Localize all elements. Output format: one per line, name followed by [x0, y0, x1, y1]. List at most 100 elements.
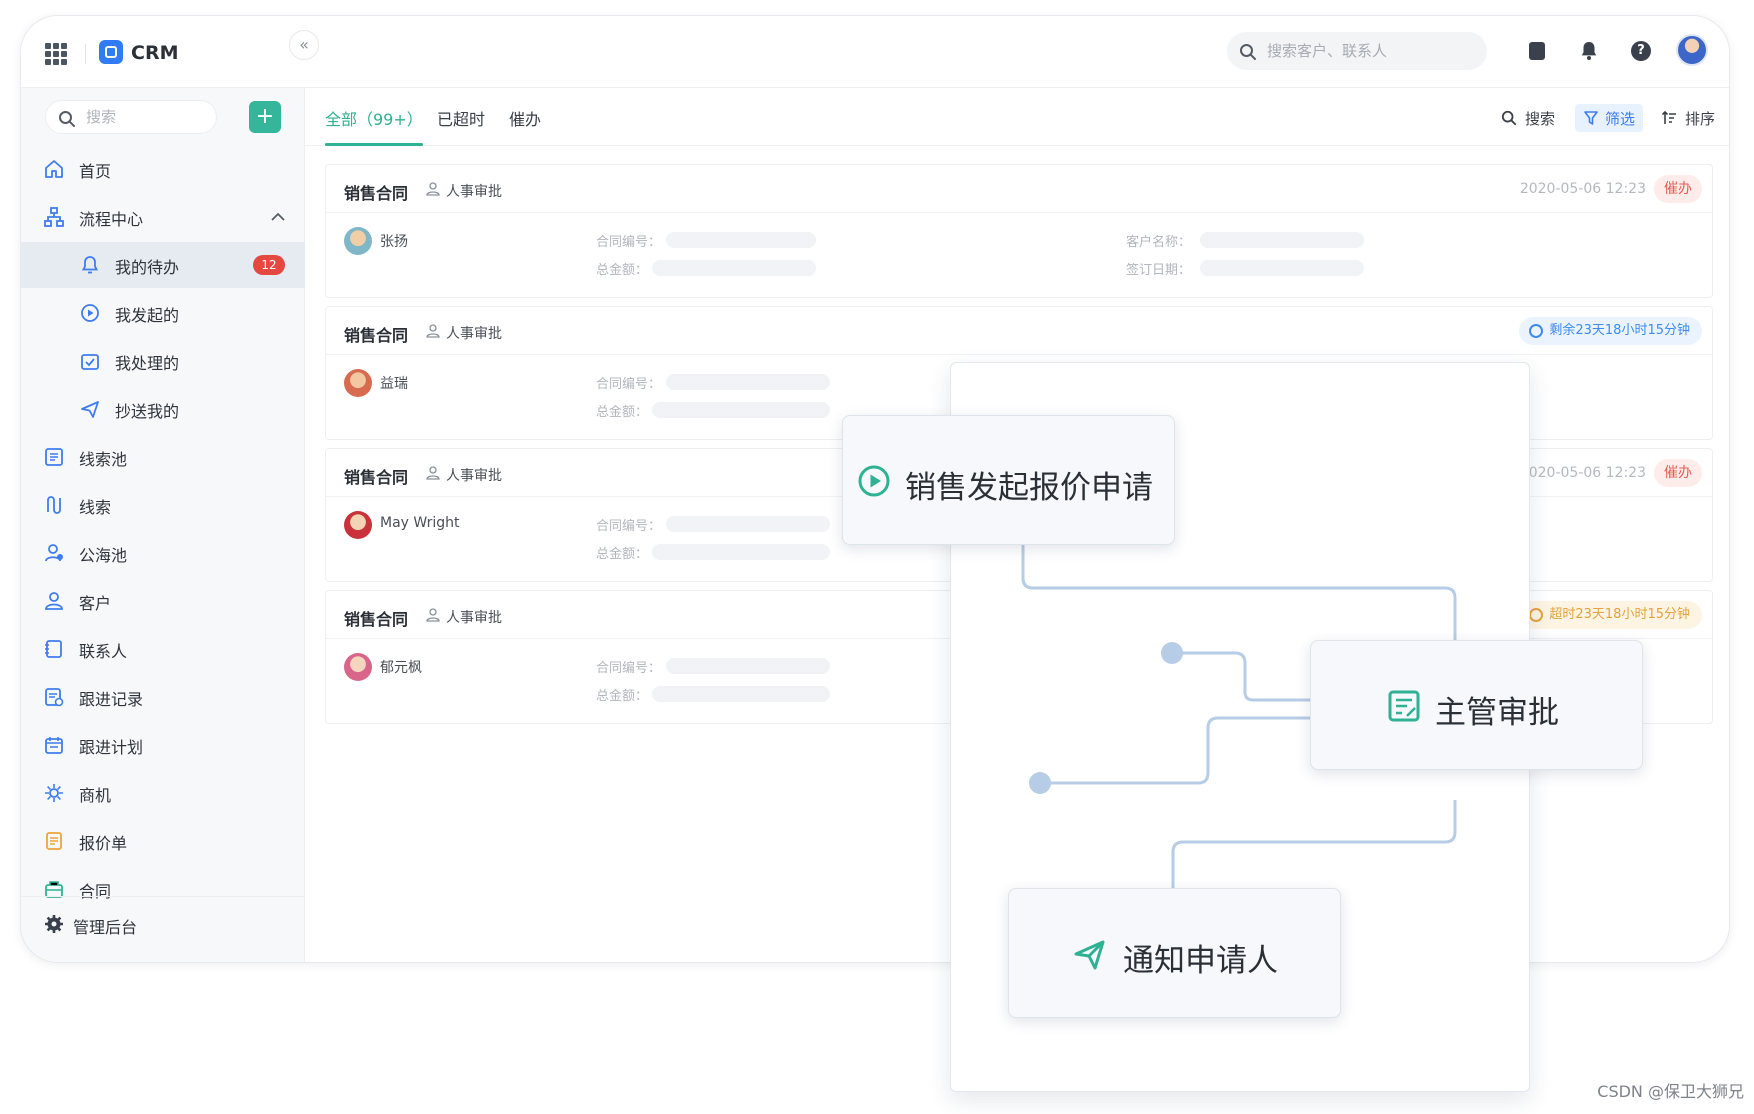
- flow-node-approve-label: 主管审批: [1435, 695, 1559, 731]
- public-pool-icon: [45, 544, 63, 562]
- urge-badge[interactable]: 催办: [1654, 459, 1702, 487]
- global-search-box[interactable]: [1227, 32, 1487, 70]
- sort-icon: [1661, 110, 1676, 124]
- applicant-name: 郁元枫: [380, 660, 422, 676]
- add-button[interactable]: +: [249, 101, 281, 133]
- field-label: 合同编号：: [596, 519, 662, 534]
- top-bar: CRM: [21, 16, 1729, 88]
- sort-button-label: 排序: [1685, 110, 1716, 128]
- approver-icon: [426, 608, 440, 622]
- contacts-icon: [45, 640, 62, 658]
- sidebar-search-box[interactable]: [45, 100, 217, 134]
- field-label: 客户名称：: [1126, 235, 1192, 250]
- notification-bell-icon[interactable]: [1577, 39, 1601, 63]
- search-icon: [1240, 44, 1256, 60]
- app-grid-icon[interactable]: [45, 43, 67, 65]
- card-title: 销售合同: [344, 468, 409, 487]
- sort-button[interactable]: 排序: [1661, 104, 1721, 132]
- search-button[interactable]: 搜索: [1501, 104, 1561, 132]
- sidebar-item-leads[interactable]: 线索: [21, 482, 305, 528]
- urge-badge[interactable]: 催办: [1654, 175, 1702, 203]
- sidebar-item-label: 我的待办: [115, 258, 180, 277]
- applicant-name: May Wright: [380, 515, 460, 531]
- search-icon: [59, 111, 75, 127]
- card-subtitle: 人事审批: [446, 184, 502, 200]
- global-search-input[interactable]: [1267, 40, 1477, 62]
- chevron-up-icon[interactable]: [267, 206, 289, 228]
- approver-icon: [426, 466, 440, 480]
- sidebar-item-label: 流程中心: [79, 210, 144, 229]
- card-title: 销售合同: [344, 610, 409, 629]
- sidebar-item-followup-plan[interactable]: 跟进计划: [21, 722, 305, 768]
- field-value-placeholder: [1200, 260, 1364, 276]
- field-label: 总金额：: [596, 689, 649, 704]
- card-time: 2020-05-06 12:23: [1519, 465, 1646, 481]
- sidebar-item-label: 跟进计划: [79, 738, 144, 757]
- sidebar-item-label: 我发起的: [115, 306, 180, 325]
- flow-node-approve[interactable]: 主管审批: [1310, 640, 1643, 770]
- tab-bar: 全部（99+） 已超时 催办 搜索 筛选 排序: [305, 88, 1729, 146]
- sidebar-item-label: 商机: [79, 786, 112, 805]
- field-value-placeholder: [666, 232, 816, 248]
- field-value-placeholder: [652, 402, 830, 418]
- sidebar-item-flow-center[interactable]: 流程中心: [21, 194, 305, 240]
- filter-button[interactable]: 筛选: [1575, 104, 1643, 132]
- customer-icon: [45, 592, 63, 610]
- sidebar-item-leads-pool[interactable]: 线索池: [21, 434, 305, 480]
- tab-all[interactable]: 全部（99+）: [325, 106, 423, 146]
- sidebar-item-contacts[interactable]: 联系人: [21, 626, 305, 672]
- sidebar-item-cc-me[interactable]: 抄送我的: [21, 386, 305, 432]
- tab-overdue[interactable]: 已超时: [437, 106, 485, 146]
- todo-count-badge: 12: [253, 255, 285, 275]
- search-icon: [1501, 110, 1517, 126]
- field-value-placeholder: [666, 658, 830, 674]
- watermark: CSDN @保卫大狮兄: [1597, 1082, 1744, 1101]
- sidebar-item-initiated[interactable]: 我发起的: [21, 290, 305, 336]
- sidebar-item-label: 线索池: [79, 450, 128, 469]
- timer-icon: [1529, 608, 1544, 622]
- sidebar-item-followup-record[interactable]: 跟进记录: [21, 674, 305, 720]
- card-header: 销售合同 人事审批 2020-05-06 12:23 催办: [326, 165, 1712, 213]
- avatar: [344, 511, 372, 539]
- flow-node-notify[interactable]: 通知申请人: [1008, 888, 1341, 1018]
- approver-icon: [426, 324, 440, 338]
- avatar: [344, 369, 372, 397]
- field-label: 总金额：: [596, 263, 649, 278]
- card-subtitle: 人事审批: [446, 326, 502, 342]
- sidebar-item-customer[interactable]: 客户: [21, 578, 305, 624]
- sidebar-item-my-todo[interactable]: 我的待办 12: [21, 242, 305, 288]
- quote-icon: [46, 832, 62, 850]
- calendar-icon: [45, 737, 63, 754]
- sidebar-item-quote[interactable]: 报价单: [21, 818, 305, 864]
- overdue-time-label: 超时23天18小时15分钟: [1549, 607, 1690, 622]
- applicant-name: 益瑞: [380, 376, 408, 392]
- sidebar-item-admin[interactable]: 管理后台: [21, 896, 305, 962]
- flow-node-start[interactable]: 销售发起报价申请: [842, 415, 1175, 545]
- sidebar-item-label: 首页: [79, 162, 112, 181]
- remaining-time-label: 剩余23天18小时15分钟: [1549, 323, 1690, 338]
- field-value-placeholder: [652, 260, 816, 276]
- sidebar-item-public-pool[interactable]: 公海池: [21, 530, 305, 576]
- overdue-time-badge: 超时23天18小时15分钟: [1519, 601, 1702, 629]
- opportunity-icon: [45, 784, 63, 802]
- approval-card[interactable]: 销售合同 人事审批 2020-05-06 12:23 催办 张扬 合同编号： 总…: [325, 164, 1713, 298]
- timer-icon: [1529, 324, 1544, 338]
- card-subtitle: 人事审批: [446, 610, 502, 626]
- sidebar-item-processed[interactable]: 我处理的: [21, 338, 305, 384]
- sidebar-item-home[interactable]: 首页: [21, 146, 305, 192]
- user-avatar[interactable]: [1676, 34, 1708, 66]
- help-icon[interactable]: [1629, 39, 1653, 63]
- sidebar-search-input[interactable]: [86, 107, 206, 127]
- sidebar-item-opportunity[interactable]: 商机: [21, 770, 305, 816]
- card-title: 销售合同: [344, 184, 409, 203]
- avatar: [344, 227, 372, 255]
- book-icon[interactable]: [1525, 39, 1549, 63]
- sidebar: + 首页 流程中心 我的待办 12 我发起的 我处理的 抄送我的: [21, 88, 305, 962]
- bell-icon: [81, 256, 99, 274]
- collapse-sidebar-button[interactable]: «: [289, 30, 319, 60]
- field-label: 合同编号：: [596, 377, 662, 392]
- sidebar-item-label: 公海池: [79, 546, 128, 565]
- leads-icon: [47, 496, 61, 514]
- tab-urge[interactable]: 催办: [509, 106, 541, 146]
- card-time: 2020-05-06 12:23: [1519, 181, 1646, 197]
